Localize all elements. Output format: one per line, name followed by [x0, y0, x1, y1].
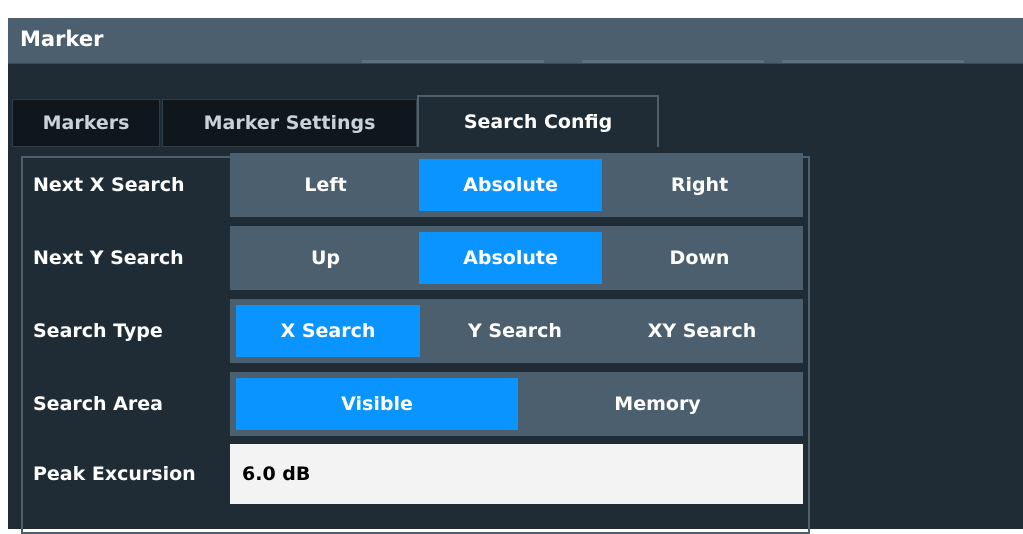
next-y-up-option[interactable]: Up [238, 232, 413, 284]
search-area-row: Search Area Visible Memory [28, 372, 803, 436]
marker-dialog: Marker Markers Marker Settings Search Co… [8, 18, 1023, 534]
tab-label: Search Config [463, 111, 613, 133]
titlebar-divider [582, 60, 764, 63]
tab-label: Markers [42, 112, 130, 134]
y-search-option[interactable]: Y Search [426, 305, 604, 357]
tab-markers[interactable]: Markers [12, 99, 160, 147]
dialog-titlebar[interactable]: Marker [8, 18, 1023, 64]
next-y-search-label: Next Y Search [33, 247, 184, 269]
search-area-selector: Visible Memory [230, 372, 803, 436]
tab-search-config[interactable]: Search Config [417, 95, 659, 147]
visible-option[interactable]: Visible [236, 378, 518, 430]
next-x-absolute-option[interactable]: Absolute [419, 159, 602, 211]
next-x-search-row: Next X Search Left Absolute Right [28, 153, 803, 217]
next-x-right-option[interactable]: Right [608, 159, 791, 211]
xy-search-option[interactable]: XY Search [610, 305, 794, 357]
next-x-search-selector: Left Absolute Right [230, 153, 803, 217]
memory-option[interactable]: Memory [518, 378, 797, 430]
titlebar-divider [362, 60, 544, 63]
dialog-title: Marker [20, 27, 104, 51]
search-area-label: Search Area [33, 393, 163, 415]
search-type-row: Search Type X Search Y Search XY Search [28, 299, 803, 363]
search-type-selector: X Search Y Search XY Search [230, 299, 803, 363]
search-type-label: Search Type [33, 320, 163, 342]
next-y-search-row: Next Y Search Up Absolute Down [28, 226, 803, 290]
peak-excursion-row: Peak Excursion 6.0 dB [28, 444, 803, 504]
next-x-left-option[interactable]: Left [238, 159, 413, 211]
next-y-down-option[interactable]: Down [608, 232, 791, 284]
tab-marker-settings[interactable]: Marker Settings [162, 99, 417, 147]
peak-excursion-label: Peak Excursion [33, 463, 196, 485]
next-y-search-selector: Up Absolute Down [230, 226, 803, 290]
next-y-absolute-option[interactable]: Absolute [419, 232, 602, 284]
next-x-search-label: Next X Search [33, 174, 185, 196]
titlebar-divider [782, 60, 964, 63]
x-search-option[interactable]: X Search [236, 305, 420, 357]
tab-label: Marker Settings [203, 112, 376, 134]
peak-excursion-input[interactable]: 6.0 dB [230, 444, 803, 504]
